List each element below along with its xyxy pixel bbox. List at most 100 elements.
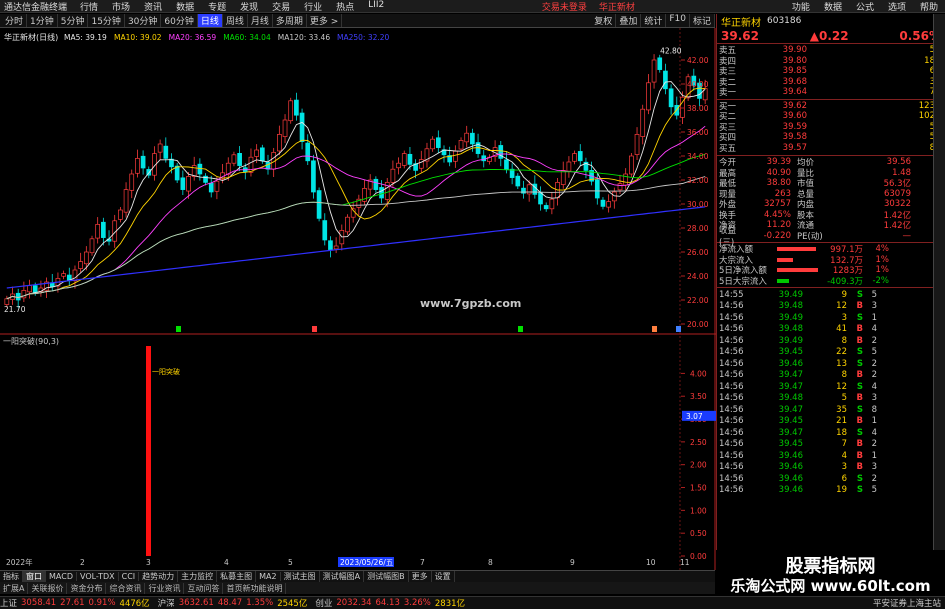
candle-body [345, 216, 350, 233]
tick-count: 1 [871, 416, 877, 427]
period-tab-9[interactable]: 多周期 [273, 14, 307, 27]
candle-body [299, 112, 305, 142]
tick-count: 4 [871, 324, 877, 335]
indicator-tab-2[interactable]: MACD [46, 572, 77, 581]
index-amount: 4476亿 [119, 599, 150, 609]
candle-body [101, 221, 106, 238]
indicator-tab-0[interactable]: 指标 [0, 571, 23, 582]
function-tab-5[interactable]: 互动问答 [184, 582, 224, 594]
menu-item-3[interactable]: 数据 [169, 0, 201, 13]
menu-item-9[interactable]: LII2 [361, 0, 391, 13]
candle-body [566, 161, 572, 172]
tick-side: S [856, 358, 863, 369]
ask-price: 39.90 [782, 45, 807, 56]
menu-item-0[interactable]: 行情 [73, 0, 105, 13]
candle-body [21, 290, 27, 299]
login-status-link[interactable]: 交易未登录 [542, 0, 587, 13]
stat-value: 30322 [883, 199, 911, 210]
period-tool-2[interactable]: 统计 [641, 14, 667, 27]
ask-volume: 7 [887, 87, 935, 97]
tick-side: S [856, 404, 863, 415]
candle-body [617, 183, 623, 191]
indicator-tab-6[interactable]: 主力监控 [178, 571, 218, 582]
bid-row[interactable]: 买五 39.57 8 [717, 143, 945, 154]
indicator-tab-5[interactable]: 趋势动力 [139, 571, 179, 582]
period-tab-5[interactable]: 60分钟 [161, 14, 198, 27]
candle-body [4, 298, 10, 305]
period-tab-1[interactable]: 1分钟 [27, 14, 58, 27]
stock-name-link[interactable]: 华正新材 [599, 0, 635, 13]
menu-item-1[interactable]: 市场 [105, 0, 137, 13]
indicator-tab-1[interactable]: 窗口 [23, 571, 46, 582]
tick-count: 5 [871, 347, 877, 358]
flow-row: 5日大宗流入 -409.3万 -2% [717, 276, 945, 287]
menu-item-8[interactable]: 热点 [329, 0, 361, 13]
period-tab-4[interactable]: 30分钟 [125, 14, 162, 27]
period-tool-4[interactable]: 标记 [690, 14, 715, 27]
period-tool-0[interactable]: 复权 [591, 14, 617, 27]
indicator-tab-8[interactable]: MA2 [256, 572, 281, 581]
flow-bar-fill [777, 257, 794, 262]
indicator-tab-11[interactable]: 测试幅图B [364, 571, 409, 582]
period-tool-3[interactable]: F10 [666, 14, 690, 27]
candle-body [157, 143, 163, 153]
period-tab-10[interactable]: 更多 > [307, 14, 343, 27]
period-tab-7[interactable]: 周线 [223, 14, 248, 27]
period-tab-0[interactable]: 分时 [2, 14, 28, 27]
candle-body [504, 159, 509, 170]
indicator-tab-12[interactable]: 更多 [409, 571, 432, 582]
right-menu-item-2[interactable]: 公式 [849, 0, 881, 13]
ask-row[interactable]: 卖一 39.64 7 [717, 87, 945, 98]
indicator-tab-9[interactable]: 测试主图 [281, 571, 320, 582]
flow-bar-fill [777, 268, 819, 273]
tick-time: 14:56 [719, 358, 744, 369]
tick-list[interactable]: 14:55 39.49 9 S 5 14:56 39.48 12 B 3 14:56 39.49 3 S 1… [717, 288, 945, 496]
bid-volume: 8 [887, 143, 935, 153]
index-quote-2[interactable]: 创业 2032.34 64.13 3.26% 2831亿 [315, 597, 465, 609]
index-quote-1[interactable]: 沪深 3632.61 48.47 1.35% 2545亿 [158, 597, 308, 609]
flow-bar [777, 278, 823, 283]
right-menu-item-0[interactable]: 功能 [785, 0, 817, 13]
kline-chart-area[interactable]: 42.8021.70 42.0040.0038.0036.0034.0032.0… [0, 28, 716, 570]
function-tab-3[interactable]: 综合资讯 [106, 582, 146, 594]
function-tab-2[interactable]: 资金分布 [67, 582, 107, 594]
period-tool-1[interactable]: 叠加 [616, 14, 642, 27]
candle-body [15, 292, 21, 301]
tick-price: 39.45 [778, 416, 803, 427]
indicator-tab-7[interactable]: 私募主图 [217, 571, 257, 582]
function-tab-0[interactable]: 扩展A [0, 582, 29, 594]
candle-body [515, 175, 521, 187]
function-tab-1[interactable]: 关联报价 [28, 582, 68, 594]
period-tab-3[interactable]: 15分钟 [88, 14, 125, 27]
menu-item-5[interactable]: 发现 [233, 0, 265, 13]
menu-item-6[interactable]: 交易 [265, 0, 297, 13]
function-tab-4[interactable]: 行业资讯 [145, 582, 185, 594]
menu-item-4[interactable]: 专题 [201, 0, 233, 13]
bid-volume: 102 [918, 111, 935, 122]
side-scroll-strip[interactable] [933, 14, 945, 582]
stat-value: 39.39 [766, 157, 791, 168]
right-menu-item-3[interactable]: 选项 [881, 0, 913, 13]
index-value: 2032.34 [336, 598, 372, 608]
index-pct: 3.26% [403, 598, 431, 608]
indicator-tab-13[interactable]: 设置 [432, 571, 455, 582]
period-tab-2[interactable]: 5分钟 [58, 14, 89, 27]
tick-time: 14:56 [719, 370, 744, 381]
period-tab-6[interactable]: 日线 [197, 14, 223, 27]
indicator-tab-3[interactable]: VOL-TDX [77, 572, 119, 581]
stat-value: 263 [774, 188, 791, 199]
menu-item-2[interactable]: 资讯 [137, 0, 169, 13]
index-quote-0[interactable]: 上证 3058.41 27.61 0.91% 4476亿 [0, 597, 150, 609]
indicator-tab-10[interactable]: 测试幅图A [320, 571, 365, 582]
index-name: 沪深 [157, 599, 175, 609]
tick-side: S [856, 485, 863, 496]
menu-item-7[interactable]: 行业 [297, 0, 329, 13]
flow-bar [777, 268, 823, 273]
right-menu-item-4[interactable]: 帮助 [913, 0, 945, 13]
ma-label-3: MA60: 34.04 [223, 33, 271, 42]
tick-price: 39.48 [778, 324, 803, 335]
indicator-tab-4[interactable]: CCI [119, 572, 140, 581]
period-tab-8[interactable]: 月线 [248, 14, 273, 27]
function-tab-6[interactable]: 首页新功能说明 [223, 582, 287, 594]
right-menu-item-1[interactable]: 数据 [817, 0, 849, 13]
